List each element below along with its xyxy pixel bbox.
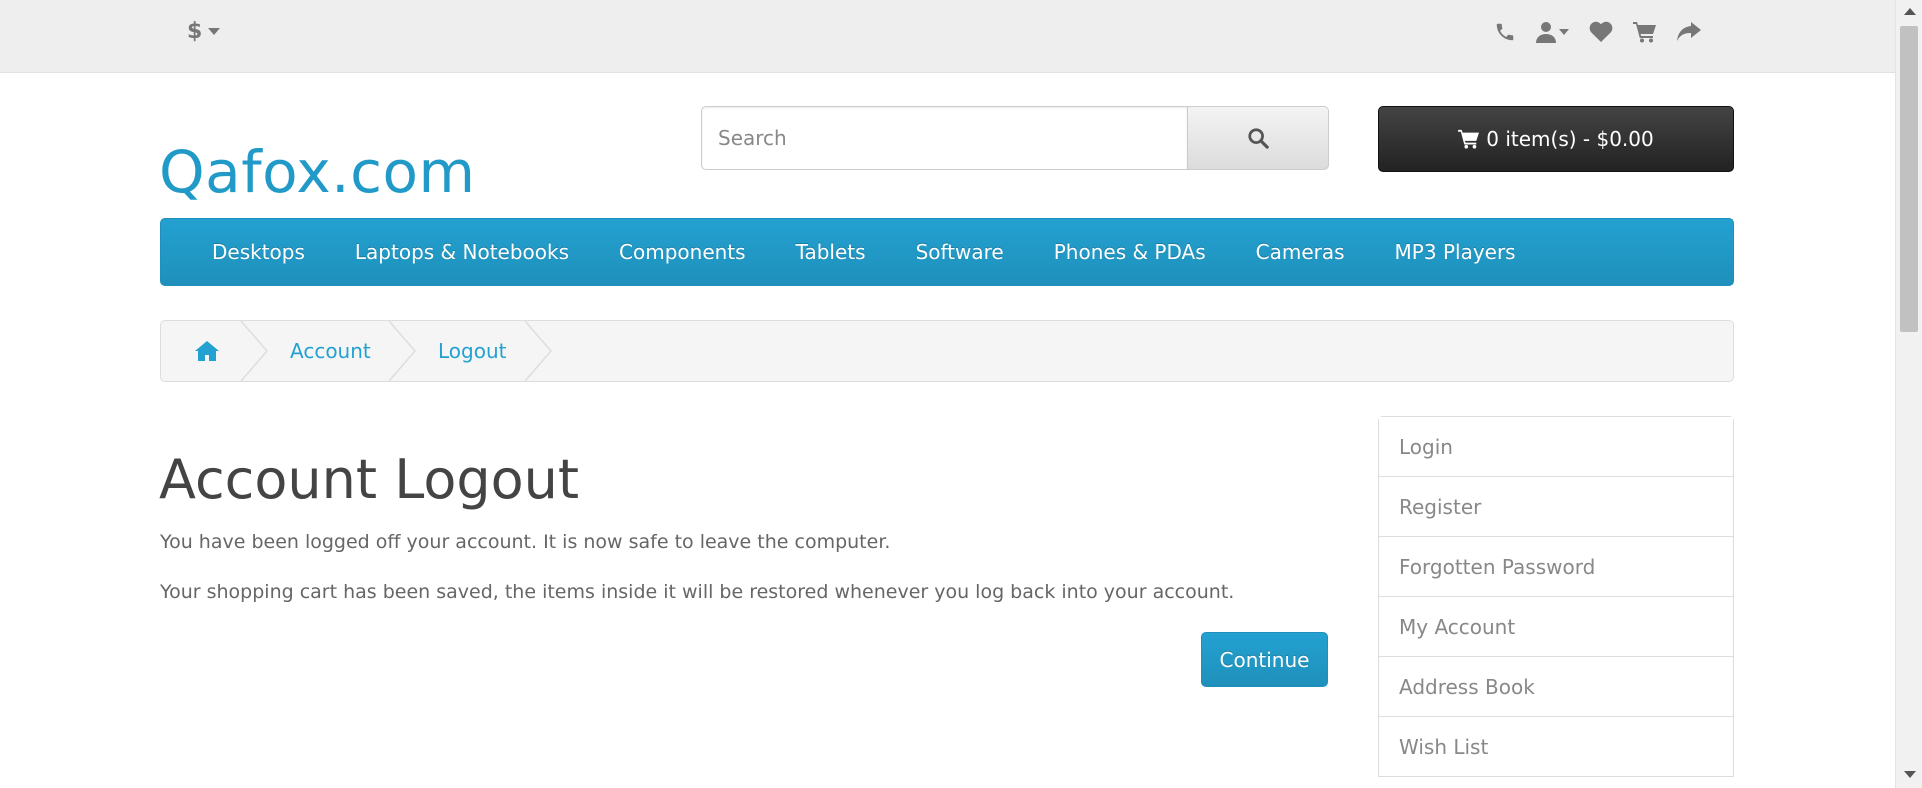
account-sidebar: Login Register Forgotten Password My Acc…: [1378, 416, 1734, 777]
caret-down-icon: [208, 27, 221, 35]
home-icon: [195, 341, 219, 361]
vertical-scrollbar[interactable]: [1895, 0, 1922, 788]
breadcrumb-separator: [524, 321, 552, 381]
menu-item-software[interactable]: Software: [916, 240, 1004, 264]
user-icon: [1536, 22, 1556, 43]
cart-button[interactable]: 0 item(s) - $0.00: [1378, 106, 1734, 172]
menu-item-components[interactable]: Components: [619, 240, 746, 264]
scroll-down-icon[interactable]: [1904, 771, 1916, 778]
sidebar-item-forgotten-password[interactable]: Forgotten Password: [1379, 537, 1733, 597]
logout-message: You have been logged off your account. I…: [160, 531, 891, 553]
currency-dropdown[interactable]: $: [187, 16, 221, 46]
menu-item-mp3-players[interactable]: MP3 Players: [1395, 240, 1516, 264]
top-bar: $: [0, 0, 1895, 73]
menu-item-desktops[interactable]: Desktops: [212, 240, 305, 264]
search-icon: [1248, 128, 1269, 149]
sidebar-item-login[interactable]: Login: [1379, 417, 1733, 477]
cart-icon: [1458, 129, 1480, 149]
scroll-thumb[interactable]: [1900, 26, 1918, 332]
menu-item-phones[interactable]: Phones & PDAs: [1054, 240, 1206, 264]
phone-icon[interactable]: [1494, 21, 1516, 43]
cart-total: 0 item(s) - $0.00: [1486, 127, 1654, 151]
account-dropdown[interactable]: [1536, 21, 1569, 43]
sidebar-item-register[interactable]: Register: [1379, 477, 1733, 537]
currency-symbol: $: [187, 18, 203, 44]
top-links: [1494, 14, 1701, 50]
menu-item-cameras[interactable]: Cameras: [1256, 240, 1345, 264]
caret-down-icon: [1559, 29, 1569, 35]
sidebar-item-my-account[interactable]: My Account: [1379, 597, 1733, 657]
menu-item-tablets[interactable]: Tablets: [796, 240, 866, 264]
cart-saved-message: Your shopping cart has been saved, the i…: [160, 581, 1235, 603]
breadcrumb-logout[interactable]: Logout: [438, 321, 506, 381]
share-icon[interactable]: [1677, 21, 1701, 43]
search-input[interactable]: [701, 106, 1187, 170]
continue-button[interactable]: Continue: [1201, 632, 1328, 687]
menu-item-laptops[interactable]: Laptops & Notebooks: [355, 240, 569, 264]
heart-icon[interactable]: [1589, 21, 1613, 43]
main-menu: Desktops Laptops & Notebooks Components …: [160, 218, 1734, 286]
breadcrumb-account[interactable]: Account: [290, 321, 371, 381]
sidebar-item-wish-list[interactable]: Wish List: [1379, 717, 1733, 777]
page-title: Account Logout: [159, 448, 580, 511]
breadcrumb-home[interactable]: [195, 321, 219, 381]
breadcrumb-separator: [388, 321, 416, 381]
sidebar-item-address-book[interactable]: Address Book: [1379, 657, 1733, 717]
scroll-up-icon[interactable]: [1904, 8, 1916, 15]
site-logo[interactable]: Qafox.com: [159, 136, 475, 208]
search-button[interactable]: [1187, 106, 1329, 170]
breadcrumb-separator: [240, 321, 268, 381]
cart-icon[interactable]: [1633, 21, 1657, 43]
breadcrumb: Account Logout: [160, 320, 1734, 382]
search-box: [701, 106, 1329, 172]
